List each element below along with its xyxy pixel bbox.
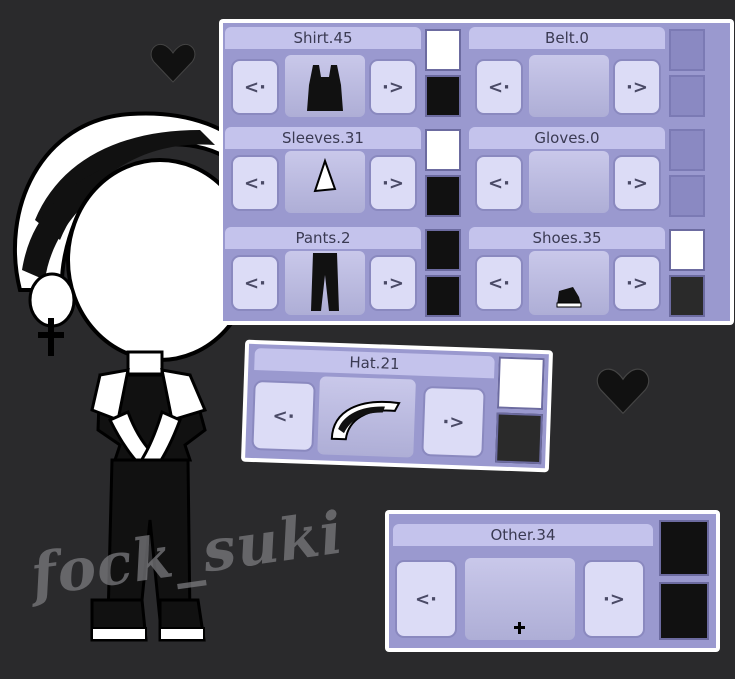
color-swatch-black[interactable] [659, 582, 709, 640]
color-swatch-black[interactable] [659, 520, 709, 576]
slot-label: Shirt.45 [225, 27, 421, 49]
slot-shoes: Shoes.35 <· ·> [469, 225, 707, 321]
tank-top-icon [307, 65, 343, 111]
hat-panel: Hat.21 <· ·> [240, 339, 554, 473]
prev-button[interactable]: <· [395, 560, 457, 638]
slot-label: Sleeves.31 [225, 127, 421, 149]
slot-label: Pants.2 [225, 227, 421, 249]
slot-shirt: Shirt.45 <· ·> [225, 25, 463, 121]
item-preview[interactable] [529, 251, 609, 315]
color-swatch-dark[interactable] [495, 412, 543, 465]
cross-icon [514, 622, 525, 634]
prev-button[interactable]: <· [475, 155, 523, 211]
prev-button[interactable]: <· [231, 155, 279, 211]
slot-gloves: Gloves.0 <· ·> [469, 125, 707, 221]
color-swatch-white[interactable] [425, 29, 461, 71]
next-button[interactable]: ·> [369, 155, 417, 211]
prev-button[interactable]: <· [475, 59, 523, 115]
color-swatch-white[interactable] [496, 356, 545, 411]
slot-pants: Pants.2 <· ·> [225, 225, 463, 321]
next-button[interactable]: ·> [613, 59, 661, 115]
next-button[interactable]: ·> [613, 255, 661, 311]
hat-icon [330, 401, 401, 441]
slot-label: Hat.21 [254, 348, 495, 379]
prev-button[interactable]: <· [231, 255, 279, 311]
item-preview[interactable] [529, 151, 609, 213]
item-preview[interactable] [285, 151, 365, 213]
color-swatch-black[interactable] [425, 75, 461, 117]
color-swatch-black[interactable] [425, 275, 461, 317]
slot-sleeves: Sleeves.31 <· ·> [225, 125, 463, 221]
item-preview[interactable] [285, 251, 365, 315]
next-button[interactable]: ·> [369, 59, 417, 115]
next-button[interactable]: ·> [421, 385, 486, 459]
color-swatch-black[interactable] [425, 229, 461, 271]
item-preview[interactable] [285, 55, 365, 117]
color-swatch-empty [669, 29, 705, 71]
next-button[interactable]: ·> [583, 560, 645, 638]
color-swatch-empty [669, 175, 705, 217]
color-swatch-dark[interactable] [669, 275, 705, 317]
item-preview[interactable] [317, 376, 416, 458]
black-heart-icon [596, 368, 650, 415]
sleeve-icon [313, 157, 337, 193]
next-button[interactable]: ·> [613, 155, 661, 211]
color-swatch-empty [669, 129, 705, 171]
color-swatch-empty [669, 75, 705, 117]
slot-label: Other.34 [393, 524, 653, 546]
next-button[interactable]: ·> [369, 255, 417, 311]
prev-button[interactable]: <· [251, 379, 316, 453]
item-preview[interactable] [529, 55, 609, 117]
color-swatch-black[interactable] [425, 175, 461, 217]
color-swatch-white[interactable] [669, 229, 705, 271]
prev-button[interactable]: <· [231, 59, 279, 115]
item-preview[interactable] [465, 558, 575, 640]
slot-label: Belt.0 [469, 27, 665, 49]
other-panel: Other.34 <· ·> [385, 510, 720, 652]
slot-belt: Belt.0 <· ·> [469, 25, 707, 121]
sneaker-icon [556, 287, 582, 308]
slot-label: Gloves.0 [469, 127, 665, 149]
color-swatch-white[interactable] [425, 129, 461, 171]
outfit-panel: Shirt.45 <· ·> Belt.0 <· ·> Sleeves.31 <… [219, 19, 734, 325]
prev-button[interactable]: <· [475, 255, 523, 311]
black-heart-icon [150, 44, 196, 83]
slot-label: Shoes.35 [469, 227, 665, 249]
pants-icon [311, 253, 339, 311]
